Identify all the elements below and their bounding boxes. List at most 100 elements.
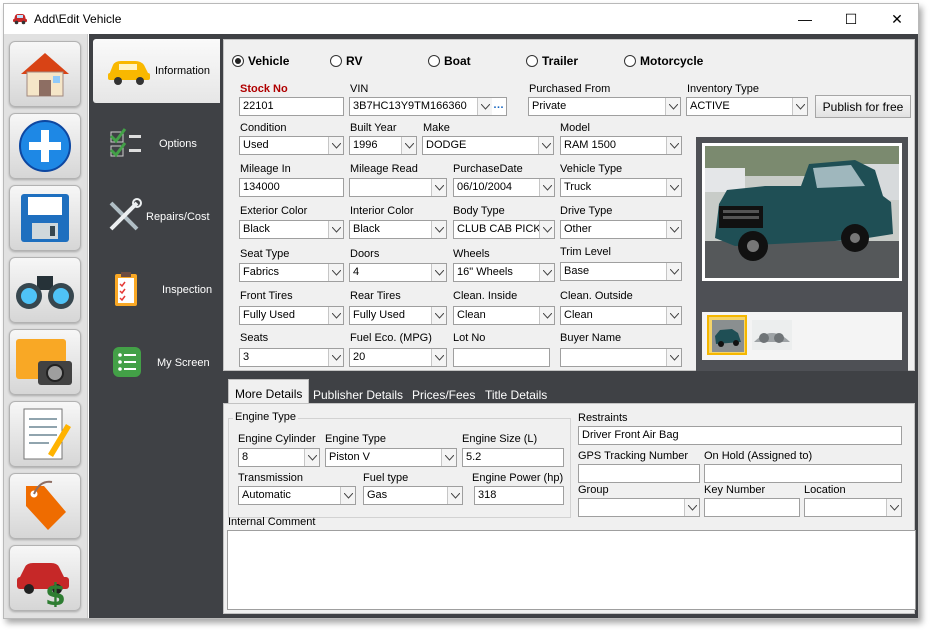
photo-thumbnails	[702, 312, 902, 360]
inventory-type-select[interactable]: ACTIVE	[686, 97, 808, 116]
photos-button[interactable]	[9, 329, 81, 395]
minimize-button[interactable]: —	[782, 4, 828, 34]
seats-value: 3	[243, 351, 250, 363]
key-number-field[interactable]	[704, 498, 800, 517]
nav-options[interactable]: Options	[89, 112, 220, 176]
restraints-field[interactable]: Driver Front Air Bag	[578, 426, 902, 445]
nav-repairs-cost[interactable]: Repairs/Cost	[89, 185, 220, 249]
purchase-date-picker[interactable]: 06/10/2004	[453, 178, 555, 197]
condition-select[interactable]: Used	[239, 136, 344, 155]
lot-no-field[interactable]	[453, 348, 550, 367]
model-select[interactable]: RAM 1500	[560, 136, 682, 155]
chevron-down-icon	[328, 264, 343, 281]
tab-prices-fees[interactable]: Prices/Fees	[406, 383, 481, 404]
chevron-down-icon	[538, 137, 553, 154]
buyer-name-select[interactable]	[560, 348, 682, 367]
engine-type-select[interactable]: Piston V	[325, 448, 457, 467]
save-icon	[21, 194, 69, 242]
tools-icon	[109, 198, 142, 231]
chevron-down-icon	[447, 487, 462, 504]
trim-level-select[interactable]: Base	[560, 262, 682, 281]
nav-my-screen[interactable]: My Screen	[89, 331, 220, 395]
engine-cylinder-value: 8	[242, 451, 249, 463]
close-button[interactable]: ✕	[874, 4, 920, 34]
radio-indicator	[526, 55, 538, 67]
chevron-down-icon[interactable]	[477, 98, 492, 115]
vehicle-type-select[interactable]: Truck	[560, 178, 682, 197]
add-button[interactable]	[9, 113, 81, 179]
thumbnail-2[interactable]	[752, 320, 792, 350]
internal-comment-textarea[interactable]	[227, 530, 916, 610]
camera-icon	[16, 339, 72, 385]
wheels-value: 16" Wheels	[457, 266, 513, 278]
fuel-eco-select[interactable]: 20	[349, 348, 447, 367]
nav-inspection[interactable]: Inspection	[89, 258, 220, 322]
rear-tires-select[interactable]: Fully Used	[349, 306, 447, 325]
save-button[interactable]	[9, 185, 81, 251]
engine-cylinder-select[interactable]: 8	[238, 448, 320, 467]
wheels-select[interactable]: 16" Wheels	[453, 263, 555, 282]
clean-outside-select[interactable]: Clean	[560, 306, 682, 325]
thumbnail-1[interactable]	[707, 315, 747, 355]
restraints-label: Restraints	[578, 412, 628, 424]
radio-selected-indicator	[232, 55, 244, 67]
front-tires-value: Fully Used	[243, 309, 295, 321]
drive-type-select[interactable]: Other	[560, 220, 682, 239]
nav-information[interactable]: Information	[93, 39, 220, 103]
doors-select[interactable]: 4	[349, 263, 447, 282]
price-tag-button[interactable]	[9, 473, 81, 539]
on-hold-field[interactable]	[704, 464, 902, 483]
search-button[interactable]	[9, 257, 81, 323]
home-button[interactable]	[9, 41, 81, 107]
exterior-color-value: Black	[243, 223, 270, 235]
publish-button[interactable]: Publish for free	[815, 95, 911, 118]
notes-button[interactable]	[9, 401, 81, 467]
group-select[interactable]	[578, 498, 700, 517]
mileage-in-field[interactable]: 134000	[239, 178, 344, 197]
seats-select[interactable]: 3	[239, 348, 344, 367]
tab-title-details[interactable]: Title Details	[479, 383, 553, 404]
radio-rv[interactable]: RV	[330, 54, 362, 68]
fuel-type-value: Gas	[367, 489, 388, 501]
trim-level-value: Base	[564, 265, 590, 277]
seat-type-select[interactable]: Fabrics	[239, 263, 344, 282]
engine-power-label: Engine Power (hp)	[472, 472, 564, 484]
vehicle-photo[interactable]	[702, 143, 902, 281]
engine-size-label: Engine Size (L)	[462, 433, 538, 445]
more-details-panel: Engine Type Engine Cylinder 8 Engine Typ…	[223, 403, 916, 614]
make-select[interactable]: DODGE	[422, 136, 554, 155]
make-value: DODGE	[426, 139, 467, 151]
vin-lookup-button[interactable]: …	[493, 99, 504, 111]
internal-comment-label: Internal Comment	[228, 516, 316, 528]
engine-size-field[interactable]: 5.2	[462, 448, 564, 467]
gps-field[interactable]	[578, 464, 700, 483]
interior-color-select[interactable]: Black	[349, 220, 447, 239]
vin-field[interactable]: 3B7HC13Y9TM166360 …	[349, 97, 507, 116]
clean-outside-label: Clean. Outside	[560, 290, 633, 302]
purchased-from-select[interactable]: Private	[528, 97, 681, 116]
exterior-color-select[interactable]: Black	[239, 220, 344, 239]
tab-publisher-details[interactable]: Publisher Details	[307, 383, 409, 404]
chevron-down-icon	[665, 98, 680, 115]
mileage-read-select[interactable]	[349, 178, 447, 197]
radio-vehicle[interactable]: Vehicle	[232, 54, 289, 68]
built-year-select[interactable]: 1996	[349, 136, 417, 155]
sell-button[interactable]: $	[9, 545, 81, 611]
chevron-down-icon	[441, 449, 456, 466]
fuel-type-select[interactable]: Gas	[363, 486, 463, 505]
chevron-down-icon	[666, 349, 681, 366]
transmission-select[interactable]: Automatic	[238, 486, 356, 505]
location-select[interactable]	[804, 498, 902, 517]
front-tires-select[interactable]: Fully Used	[239, 306, 344, 325]
radio-trailer[interactable]: Trailer	[526, 54, 578, 68]
trim-level-label: Trim Level	[560, 246, 611, 258]
radio-motorcycle[interactable]: Motorcycle	[624, 54, 703, 68]
clean-inside-select[interactable]: Clean	[453, 306, 555, 325]
maximize-button[interactable]: ☐	[828, 4, 874, 34]
radio-boat[interactable]: Boat	[428, 54, 471, 68]
tab-more-details[interactable]: More Details	[228, 379, 310, 403]
stock-no-field[interactable]: 22101	[239, 97, 344, 116]
chevron-down-icon	[666, 221, 681, 238]
engine-power-field[interactable]: 318	[474, 486, 564, 505]
body-type-select[interactable]: CLUB CAB PICKUP	[453, 220, 555, 239]
